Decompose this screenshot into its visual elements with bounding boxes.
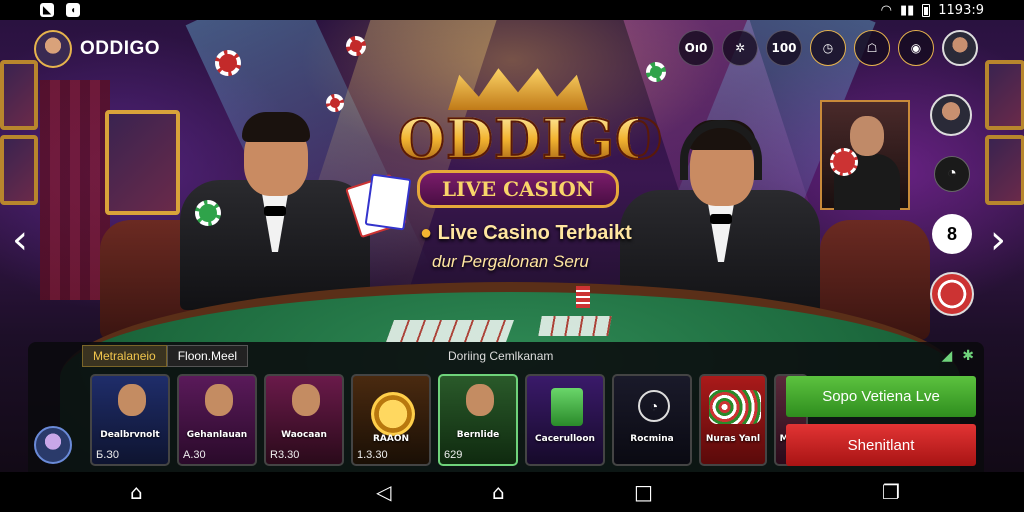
clock-time: 1193:9 [938, 2, 984, 18]
settings-icon[interactable]: ✱ [962, 347, 974, 364]
game-figure [292, 384, 320, 416]
status-right: ◠ ▮▮ 1193:9 [881, 3, 984, 18]
home-icon[interactable]: ⌂ [130, 482, 143, 502]
panel-title: Doriing Cemlkanam [448, 349, 554, 363]
chat-icon[interactable]: ☖ [854, 30, 890, 66]
battery-icon [922, 3, 931, 17]
status-left: ◣ ◖ [40, 3, 80, 17]
expand-icon[interactable]: ◢ [941, 347, 952, 364]
hero-tagline: ● Live Casino Terbaikt [420, 222, 632, 245]
chip-icon [346, 36, 366, 56]
chip-stack-icon [576, 286, 590, 308]
game-figure [118, 384, 146, 416]
game-name: Nuras Yanl [705, 434, 761, 444]
game-card[interactable]: Waocaan R3.30 [264, 374, 344, 466]
brand[interactable]: ODDIGO [34, 30, 160, 68]
tagline-text: Live Casino Terbaikt [437, 222, 632, 244]
live-video-thumbnail[interactable] [820, 100, 910, 210]
game-price: Б.З0 [96, 449, 120, 461]
side-widget-button[interactable]: 8 [932, 214, 972, 254]
table-cards [385, 320, 515, 342]
chips-pile-icon [709, 390, 761, 424]
wall-frame [985, 135, 1024, 205]
next-arrow-icon[interactable]: › [990, 220, 1006, 260]
game-card[interactable]: ◔ Rocmina [612, 374, 692, 466]
chip-icon [326, 94, 344, 112]
game-card[interactable]: Bernlide 629 [438, 374, 518, 466]
signal-icon: ▮▮ [899, 2, 915, 18]
game-name: Rocmina [630, 434, 674, 444]
brand-avatar [34, 30, 72, 68]
back-icon[interactable]: ◁ [376, 482, 391, 502]
game-figure [205, 384, 233, 416]
crown-icon [448, 68, 588, 110]
notification-icon: ◣ [40, 3, 54, 17]
trophy-icon [551, 388, 583, 426]
vip-icon[interactable]: ◉ [898, 30, 934, 66]
wall-frame [985, 60, 1024, 130]
hero-logo: ODDIGO LIVE CASION [397, 66, 664, 208]
game-card[interactable]: Dealbrvnolt Б.З0 [90, 374, 170, 466]
video-dealer-head [850, 116, 884, 156]
logo-subtitle: LIVE CASION [416, 170, 620, 208]
tagline-bullet-icon: ● [420, 222, 438, 244]
wifi-icon: ◠ [880, 2, 892, 18]
tools-icon[interactable]: ✲ [722, 30, 758, 66]
logo-title: ODDIGO [397, 107, 664, 171]
table-cards [538, 316, 612, 336]
wall-frame [0, 60, 38, 130]
hero-tagline-sub: dur Pergalonan Seru [432, 252, 589, 271]
game-name: Waocaan [281, 430, 327, 440]
game-name: Dealbrvnolt [100, 430, 160, 440]
chip-icon [830, 148, 858, 176]
tab-secondary[interactable]: Floon.Meel [166, 345, 249, 367]
game-card[interactable]: Cacerulloon [525, 374, 605, 466]
panel-tools: ◢ ✱ [941, 347, 974, 364]
live-button[interactable]: Sopo Vetiena Lve [786, 376, 976, 417]
game-price: R3.30 [270, 449, 300, 461]
user-mini-avatar[interactable] [34, 426, 72, 464]
game-name: Gehanlauan [186, 430, 248, 440]
counter-icon[interactable]: 100 [766, 30, 802, 66]
game-name: RAAON [372, 434, 410, 444]
coin-icon [371, 392, 415, 436]
game-card[interactable]: RAAON 1.3.30 [351, 374, 431, 466]
game-name: Bernlide [456, 430, 500, 440]
roulette-chip-icon[interactable] [930, 272, 974, 316]
game-figure [466, 384, 494, 416]
profile-avatar[interactable] [942, 30, 978, 66]
chip-icon [215, 50, 241, 76]
chip-icon [646, 62, 666, 82]
chip-icon [195, 200, 221, 226]
game-card[interactable]: Gehanlauan A.30 [177, 374, 257, 466]
balance-counter[interactable]: Oı0 [678, 30, 714, 66]
prev-arrow-icon[interactable]: ‹ [12, 220, 28, 260]
app-icon: ◖ [66, 3, 80, 17]
game-name: Cacerulloon [535, 434, 595, 444]
game-price: A.30 [183, 449, 206, 461]
action-button[interactable]: Shenitlant [786, 424, 976, 466]
windows-icon[interactable]: ❐ [882, 482, 900, 502]
wall-frame [0, 135, 38, 205]
game-price: 1.3.30 [357, 449, 388, 461]
recents-icon[interactable]: □ [634, 482, 653, 502]
brand-name: ODDIGO [80, 38, 161, 59]
home-outline-icon[interactable]: ⌂ [492, 482, 505, 502]
dealer-avatar[interactable] [930, 94, 972, 136]
timer-icon[interactable]: ◔ [934, 156, 970, 192]
navigation-bar: ⌂ ◁ ⌂ □ ❐ [0, 472, 1024, 512]
bowtie-icon [264, 206, 286, 216]
header-icons: Oı0 ✲ 100 ◷ ☖ ◉ [678, 30, 978, 66]
game-card[interactable]: Nuras Yanl [699, 374, 767, 466]
tab-featured[interactable]: Metralaneio [82, 345, 167, 367]
play-icon: ◔ [638, 390, 670, 422]
wall-frame-logo [105, 110, 180, 215]
game-list: Dealbrvnolt Б.З0 Gehanlauan A.30 Waocaan… [90, 374, 808, 466]
bowtie-icon [710, 214, 732, 224]
dealer-hair [242, 112, 310, 142]
status-bar: ◣ ◖ ◠ ▮▮ 1193:9 [0, 0, 1024, 20]
clock-icon[interactable]: ◷ [810, 30, 846, 66]
game-price: 629 [444, 449, 463, 461]
